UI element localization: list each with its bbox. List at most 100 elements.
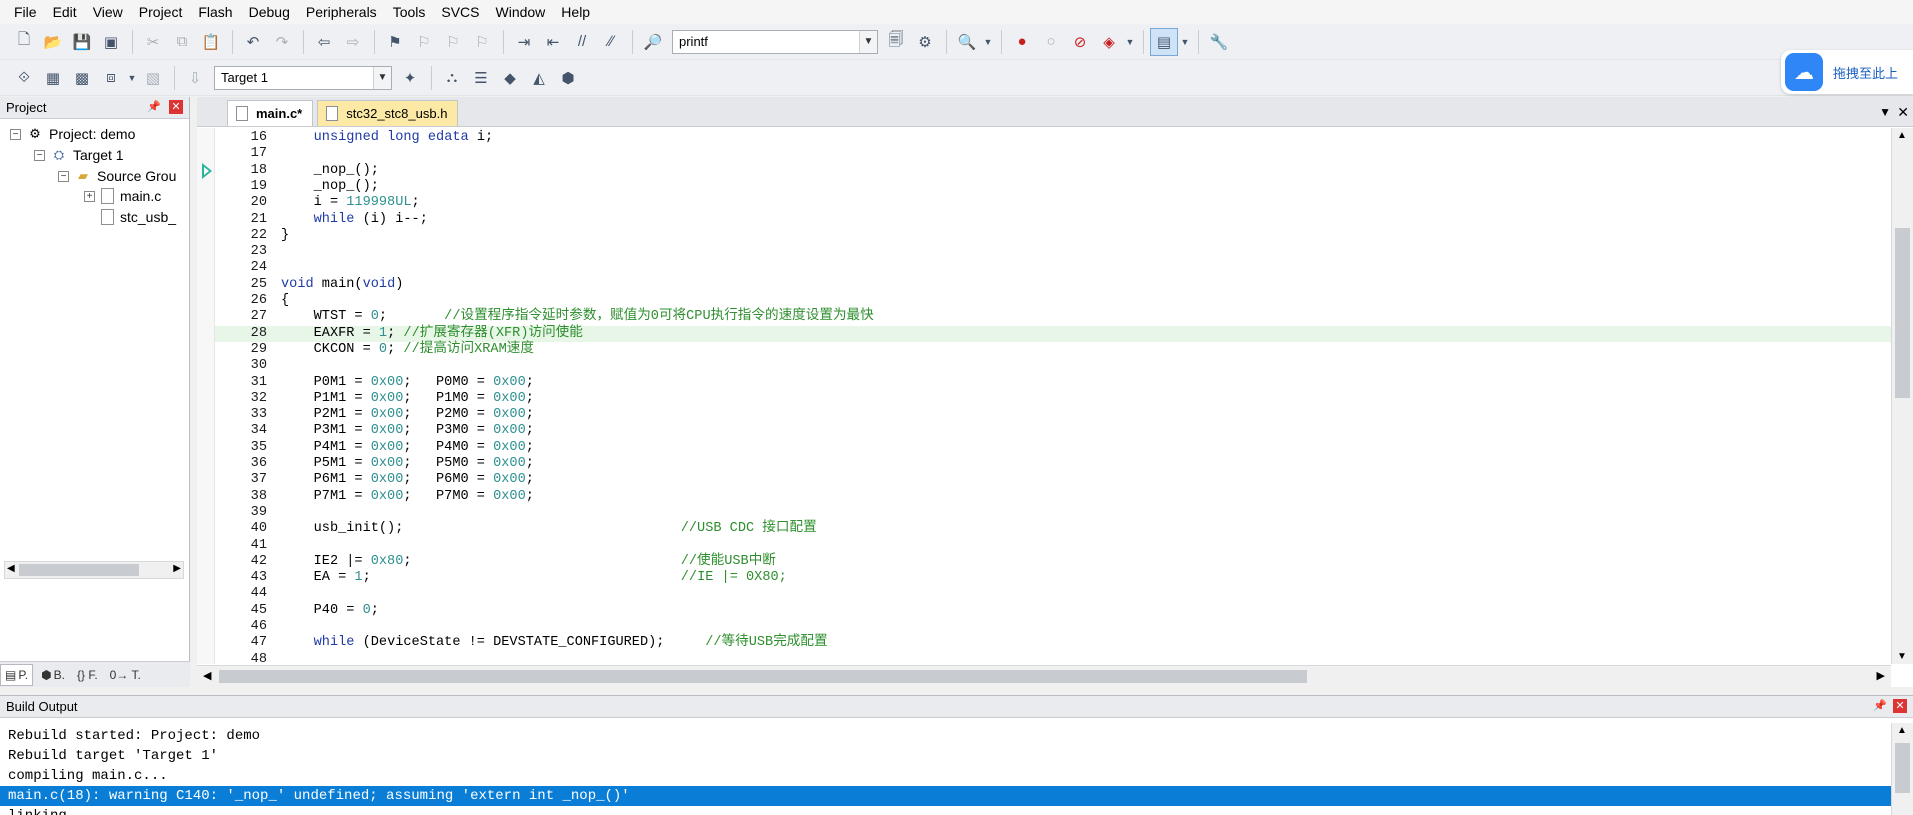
code-line[interactable]: 44 <box>215 586 1891 602</box>
prev-bookmark-icon[interactable]: ⚐ <box>410 28 438 56</box>
code-line[interactable]: 26 { <box>215 293 1891 309</box>
tree-item-stc-usb[interactable]: stc_usb_ <box>101 206 176 228</box>
scroll-down-icon[interactable]: ▼ <box>1897 651 1907 662</box>
tab-stc32-stc8-usb-h[interactable]: stc32_stc8_usb.h <box>317 100 459 126</box>
scroll-up-icon[interactable]: ▲ <box>1897 725 1907 736</box>
file-extensions-icon[interactable]: ☰ <box>467 64 495 92</box>
editor-gutter[interactable] <box>197 128 215 664</box>
tree-item-main-c[interactable]: + main.c <box>84 185 161 207</box>
code-line[interactable]: 32 P1M1 = 0x00; P1M0 = 0x00; <box>215 391 1891 407</box>
menu-window[interactable]: Window <box>488 0 554 24</box>
save-all-icon[interactable]: ▣ <box>97 28 125 56</box>
scroll-left-icon[interactable]: ◀ <box>7 563 15 574</box>
code-line[interactable]: 48 <box>215 652 1891 664</box>
paste-icon[interactable]: 📋 <box>197 28 225 56</box>
code-line[interactable]: 42 IE2 |= 0x80; //使能USB中断 <box>215 554 1891 570</box>
navigate-forward-icon[interactable]: ⇨ <box>339 28 367 56</box>
menu-edit[interactable]: Edit <box>45 0 85 24</box>
menu-help[interactable]: Help <box>553 0 598 24</box>
code-line[interactable]: 36 P5M1 = 0x00; P5M0 = 0x00; <box>215 456 1891 472</box>
chevron-down-icon[interactable]: ▼ <box>126 64 138 92</box>
select-packs-icon[interactable]: ◭ <box>525 64 553 92</box>
cut-icon[interactable]: ✂ <box>139 28 167 56</box>
code-line[interactable]: 27 WTST = 0; //设置程序指令延时参数，赋值为0可将CPU执行指令的… <box>215 309 1891 325</box>
code-line[interactable]: 22} <box>215 228 1891 244</box>
bookmark-icon[interactable]: ⚑ <box>381 28 409 56</box>
indent-icon[interactable]: ⇥ <box>510 28 538 56</box>
chevron-down-icon[interactable]: ▼ <box>1179 28 1191 56</box>
tab-templates[interactable]: 0→ T. <box>106 664 145 686</box>
code-line[interactable]: 18 _nop_(); <box>215 163 1891 179</box>
code-line[interactable]: 33 P2M1 = 0x00; P2M0 = 0x00; <box>215 407 1891 423</box>
run-time-environment-icon[interactable]: ⬢ <box>554 64 582 92</box>
window-layout-icon[interactable]: ▤ <box>1150 27 1178 56</box>
code-line[interactable]: 28 EAXFR = 1; //扩展寄存器(XFR)访问使能 <box>215 325 1891 342</box>
menu-debug[interactable]: Debug <box>241 0 298 24</box>
chevron-down-icon[interactable]: ▼ <box>373 66 391 89</box>
navigate-back-icon[interactable]: ⇦ <box>310 28 338 56</box>
menu-view[interactable]: View <box>85 0 131 24</box>
menu-peripherals[interactable]: Peripherals <box>298 0 385 24</box>
scroll-thumb[interactable] <box>1895 743 1910 793</box>
build-output-scrollbar[interactable]: ▲ <box>1891 723 1913 815</box>
tree-horizontal-scrollbar[interactable]: ◀ ▶ <box>4 561 184 579</box>
cloud-drop-widget[interactable]: ☁ 拖拽至此上 <box>1781 50 1913 94</box>
clear-bookmarks-icon[interactable]: ⚐ <box>468 28 496 56</box>
incremental-find-icon[interactable]: ⚙ <box>911 28 939 56</box>
next-bookmark-icon[interactable]: ⚐ <box>439 28 467 56</box>
editor-horizontal-scrollbar[interactable]: ◀ ▶ <box>197 665 1891 687</box>
code-line[interactable]: 23 <box>215 244 1891 260</box>
tab-list-chevron-icon[interactable]: ▼ <box>1879 105 1891 119</box>
build-warning-line[interactable]: main.c(18): warning C140: '_nop_' undefi… <box>0 786 1913 806</box>
scroll-up-icon[interactable]: ▲ <box>1897 130 1907 141</box>
new-file-icon[interactable]: 🗋 <box>10 28 38 56</box>
menu-project[interactable]: Project <box>131 0 191 24</box>
tab-project[interactable]: ▤ P. <box>0 663 34 686</box>
disable-all-breakpoints-icon[interactable]: ◈ <box>1095 28 1123 56</box>
breakpoint-icon[interactable]: ● <box>1008 28 1036 56</box>
redo-icon[interactable]: ↷ <box>268 28 296 56</box>
code-line[interactable]: 46 <box>215 619 1891 635</box>
menu-file[interactable]: File <box>6 0 45 24</box>
debug-session-icon[interactable]: 🔍 <box>953 28 981 56</box>
build-output-text[interactable]: Rebuild started: Project: demo Rebuild ta… <box>0 726 1913 815</box>
translate-icon[interactable]: ⟐ <box>10 64 38 92</box>
code-text-area[interactable]: 16 unsigned long edata i; 17 18 _nop_(); 19… <box>215 128 1891 664</box>
code-line[interactable]: 16 unsigned long edata i; <box>215 130 1891 146</box>
kill-breakpoints-icon[interactable]: ⊘ <box>1066 28 1094 56</box>
code-line[interactable]: 35 P4M1 = 0x00; P4M0 = 0x00; <box>215 440 1891 456</box>
find-combo[interactable]: printf ▼ <box>672 29 878 54</box>
collapse-icon[interactable]: − <box>10 128 21 140</box>
code-line[interactable]: 39 <box>215 505 1891 521</box>
pin-icon[interactable]: 📌 <box>1873 699 1887 712</box>
chevron-down-icon[interactable]: ▼ <box>1124 28 1136 56</box>
code-line[interactable]: 30 <box>215 358 1891 374</box>
undo-icon[interactable]: ↶ <box>239 28 267 56</box>
menu-svcs[interactable]: SVCS <box>433 0 487 24</box>
scroll-left-icon[interactable]: ◀ <box>203 669 211 682</box>
collapse-icon[interactable]: − <box>58 170 69 182</box>
code-line[interactable]: 40 usb_init(); //USB CDC 接口配置 <box>215 521 1891 537</box>
code-line[interactable]: 24 <box>215 260 1891 276</box>
close-icon[interactable]: ✕ <box>1897 104 1909 121</box>
code-line[interactable]: 34 P3M1 = 0x00; P3M0 = 0x00; <box>215 423 1891 439</box>
open-file-icon[interactable]: 📂 <box>39 28 67 56</box>
code-line[interactable]: 47 while (DeviceState != DEVSTATE_CONFIG… <box>215 635 1891 651</box>
tree-item-target[interactable]: − ⛭ Target 1 <box>34 144 124 166</box>
tree-item-source-group[interactable]: − ▰ Source Grou <box>58 165 176 187</box>
tab-books[interactable]: ⬢ B. <box>37 664 69 686</box>
collapse-icon[interactable]: − <box>34 149 45 161</box>
build-output-line[interactable]: Rebuild target 'Target 1' <box>0 746 1913 766</box>
build-icon[interactable]: ▦ <box>39 64 67 92</box>
find-in-files-icon[interactable]: 🔎 <box>639 28 667 56</box>
build-output-line[interactable]: Rebuild started: Project: demo <box>0 726 1913 746</box>
manage-components-icon[interactable]: ◆ <box>496 64 524 92</box>
tree-item-project[interactable]: − ⚙ Project: demo <box>10 123 135 145</box>
close-icon[interactable]: ✕ <box>169 100 183 114</box>
code-line[interactable]: 31 P0M1 = 0x00; P0M0 = 0x00; <box>215 375 1891 391</box>
copy-icon[interactable]: ⧉ <box>168 28 196 56</box>
scroll-thumb[interactable] <box>219 670 1307 683</box>
rebuild-icon[interactable]: ▩ <box>68 64 96 92</box>
unindent-icon[interactable]: ⇤ <box>539 28 567 56</box>
code-line[interactable]: 17 <box>215 146 1891 162</box>
